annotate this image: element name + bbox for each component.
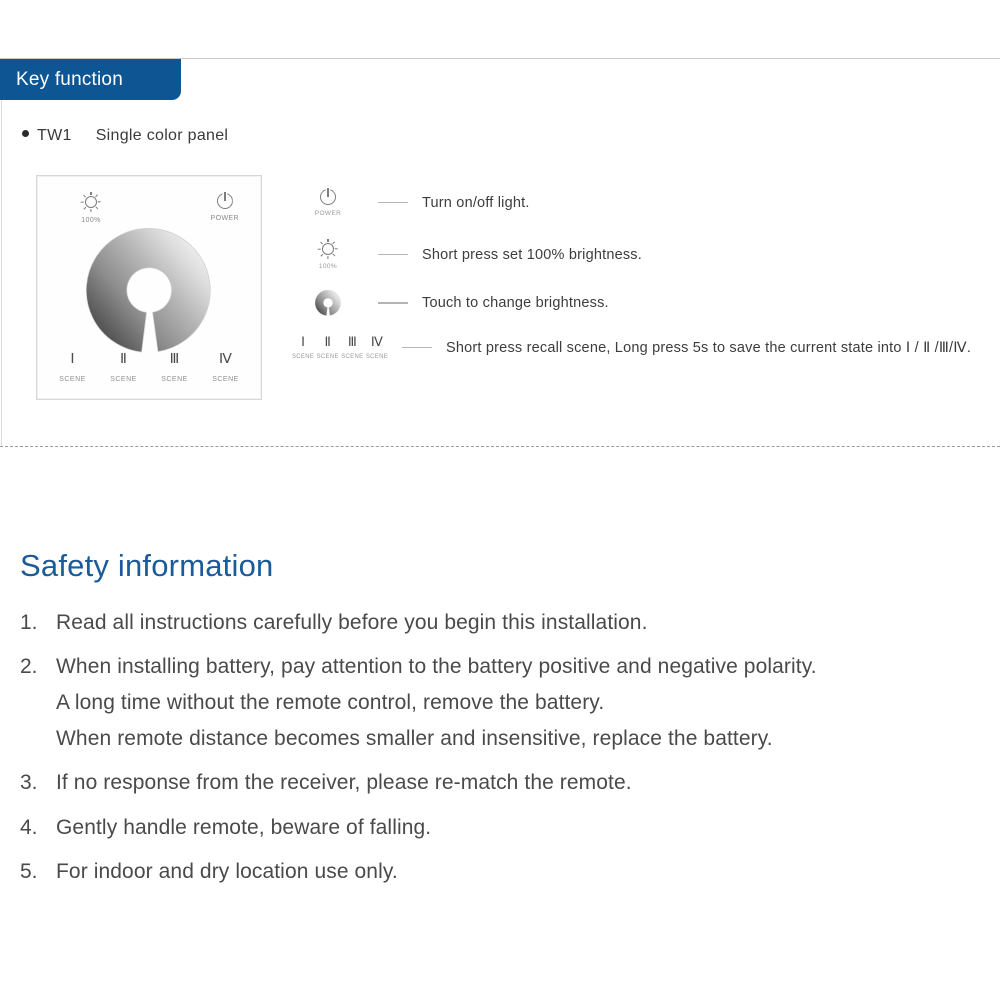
safety-item-number: 2.	[20, 655, 38, 679]
panel-brightness-caption: 100%	[81, 217, 101, 224]
panel-scene-button-4[interactable]: Ⅳ SCENE	[212, 352, 239, 384]
page-root: Key function TW1 Single color panel 100%	[0, 0, 1000, 1000]
left-divider	[1, 59, 2, 447]
panel-scene-row: Ⅰ SCENE Ⅱ SCENE Ⅲ SCENE Ⅳ SCENE	[37, 352, 261, 384]
safety-title: Safety information	[20, 548, 274, 583]
safety-item: 4. Gently handle remote, beware of falli…	[20, 810, 980, 846]
legend-row-scenes: Ⅰ SCENE Ⅱ SCENE Ⅲ SCENE Ⅳ SCENE Short pr…	[292, 335, 971, 360]
scene-numeral: Ⅰ	[70, 352, 75, 367]
scene-caption: SCENE	[161, 376, 188, 383]
safety-item-number: 5.	[20, 859, 38, 883]
bullet-icon	[22, 130, 29, 137]
legend-wheel-icon-group	[292, 290, 364, 316]
scene-numeral: Ⅲ	[347, 334, 357, 349]
safety-item: 5. For indoor and dry location use only.	[20, 854, 980, 890]
legend-brightness-icon-group: 100%	[292, 239, 364, 270]
safety-item-body: Gently handle remote, beware of falling.	[56, 810, 980, 846]
scene-numeral: Ⅰ	[301, 334, 305, 349]
model-name: Single color panel	[95, 127, 229, 144]
legend-power-caption: POWER	[314, 210, 342, 217]
section-banner-label: Key function	[16, 68, 123, 90]
section-dashed-divider	[0, 446, 1000, 447]
legend-scene-1: Ⅰ SCENE	[292, 335, 314, 360]
scene-caption: SCENE	[110, 376, 137, 383]
scene-numeral: Ⅱ	[324, 334, 331, 349]
legend-dash	[378, 201, 408, 204]
legend-text-wheel: Touch to change brightness.	[422, 295, 609, 311]
safety-item-line: Read all instructions carefully before y…	[56, 611, 648, 634]
safety-item-number: 3.	[20, 771, 38, 795]
legend-text-power: Turn on/off light.	[422, 194, 530, 211]
legend-dash	[378, 253, 408, 256]
safety-item-body: When installing battery, pay attention t…	[56, 649, 980, 757]
scene-caption: SCENE	[316, 354, 339, 360]
panel-scene-button-2[interactable]: Ⅱ SCENE	[110, 352, 137, 384]
panel-power-caption: POWER	[210, 215, 239, 222]
legend-text-brightness: Short press set 100% brightness.	[422, 246, 642, 263]
scene-numeral: Ⅳ	[219, 352, 232, 367]
brightness-icon	[80, 192, 101, 212]
safety-item: 1. Read all instructions carefully befor…	[20, 605, 980, 641]
scene-numeral: Ⅲ	[169, 352, 180, 367]
scene-buttons-icon: Ⅰ SCENE Ⅱ SCENE Ⅲ SCENE Ⅳ SCENE	[292, 335, 388, 360]
brightness-wheel-icon	[315, 290, 341, 316]
legend-row-power: POWER Turn on/off light.	[292, 188, 530, 217]
safety-item-body: For indoor and dry location use only.	[56, 854, 980, 890]
panel-brightness-button[interactable]: 100%	[80, 192, 101, 224]
brightness-icon	[317, 239, 338, 259]
safety-item-line: When remote distance becomes smaller and…	[56, 727, 773, 751]
section-banner-key-function: Key function	[0, 59, 181, 100]
scene-caption: SCENE	[212, 376, 239, 383]
model-code: TW1	[37, 127, 72, 144]
safety-item-line: When installing battery, pay attention t…	[56, 655, 817, 679]
safety-item-number: 1.	[20, 611, 38, 634]
safety-item-number: 4.	[20, 815, 38, 839]
safety-list: 1. Read all instructions carefully befor…	[20, 605, 980, 898]
legend-scene-2: Ⅱ SCENE	[317, 335, 339, 360]
scene-numeral: Ⅱ	[120, 352, 127, 367]
legend-text-scenes: Short press recall scene, Long press 5s …	[446, 339, 972, 356]
legend-dash	[378, 302, 408, 304]
legend-row-wheel: Touch to change brightness.	[292, 290, 609, 316]
scene-caption: SCENE	[292, 354, 315, 360]
scene-caption: SCENE	[365, 354, 388, 360]
device-panel-illustration: 100% POWER Ⅰ SCENE Ⅱ SCENE Ⅲ SCENE Ⅳ SCE…	[36, 175, 262, 400]
safety-item-line: If no response from the receiver, please…	[56, 771, 632, 795]
legend-brightness-caption: 100%	[318, 263, 338, 270]
safety-item-body: Read all instructions carefully before y…	[56, 605, 980, 641]
legend-scene-3: Ⅲ SCENE	[341, 335, 363, 360]
scene-caption: SCENE	[59, 376, 86, 383]
legend-dash	[402, 346, 432, 349]
panel-scene-button-3[interactable]: Ⅲ SCENE	[161, 352, 188, 384]
panel-scene-button-1[interactable]: Ⅰ SCENE	[59, 352, 86, 384]
safety-item: 2. When installing battery, pay attentio…	[20, 649, 980, 757]
safety-item-line: For indoor and dry location use only.	[56, 859, 398, 883]
legend-power-icon-group: POWER	[292, 188, 364, 217]
model-heading: TW1 Single color panel	[22, 127, 228, 145]
scene-caption: SCENE	[341, 354, 364, 360]
safety-item: 3. If no response from the receiver, ple…	[20, 765, 980, 801]
safety-item-line: A long time without the remote control, …	[56, 691, 605, 715]
legend-row-brightness: 100% Short press set 100% brightness.	[292, 239, 642, 270]
scene-numeral: Ⅳ	[370, 334, 383, 349]
power-icon	[319, 188, 337, 206]
safety-item-line: Gently handle remote, beware of falling.	[56, 815, 432, 839]
power-icon	[216, 192, 234, 210]
brightness-wheel[interactable]	[86, 228, 212, 354]
legend-scene-4: Ⅳ SCENE	[366, 335, 388, 360]
safety-item-body: If no response from the receiver, please…	[56, 765, 980, 801]
panel-power-button[interactable]: POWER	[211, 192, 239, 222]
